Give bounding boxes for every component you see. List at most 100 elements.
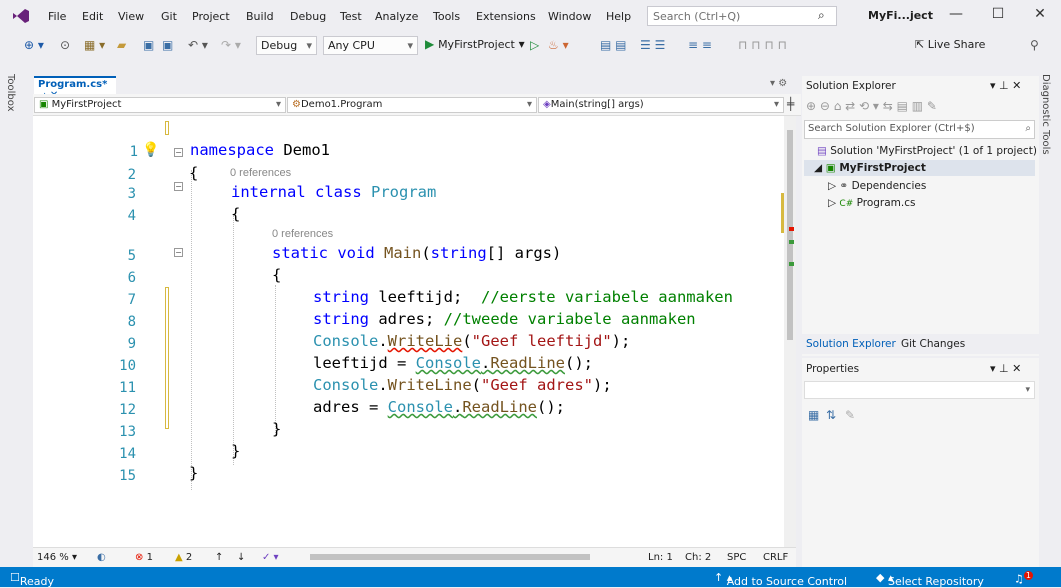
diagnostic-tools-tab[interactable]: Diagnostic Tools <box>1040 74 1051 155</box>
previous-issue-icon[interactable]: ↑ <box>215 552 223 563</box>
indent-guide <box>233 215 234 465</box>
menu-analyze[interactable]: Analyze <box>375 10 418 23</box>
tree-project[interactable]: ◢ ▣ MyFirstProject <box>814 162 926 174</box>
platform-dropdown[interactable]: Any CPU ▾ <box>323 36 418 55</box>
variable: adres; <box>369 310 444 328</box>
warning-expression: Console.ReadLine <box>416 354 565 372</box>
forward-icon[interactable]: ⊙ <box>60 38 70 52</box>
dependencies-icon: ⚭ <box>839 180 849 192</box>
codelens-references[interactable]: 0 references <box>230 167 291 179</box>
project-nav-dropdown[interactable]: ▣ MyFirstProject ▾ <box>34 97 286 113</box>
select-repository-button[interactable]: ◆ Select Repository ▴ <box>876 571 984 588</box>
back-icon[interactable]: ⊕ ▾ <box>24 38 44 52</box>
tab-overflow-icon[interactable]: ▾ ⚙ <box>770 78 787 89</box>
brace: { <box>231 205 241 223</box>
toolbox-tab[interactable]: Toolbox <box>5 74 16 112</box>
start-debugging-button[interactable]: ▶ MyFirstProject ▾ <box>425 37 525 51</box>
column-indicator[interactable]: Ch: 2 <box>685 552 711 563</box>
project-label: MyFirstProject <box>839 162 926 174</box>
open-folder-icon[interactable]: ▰ <box>117 38 126 52</box>
horizontal-scroll-thumb[interactable] <box>310 554 590 560</box>
search-input[interactable]: Search (Ctrl+Q) <box>647 6 837 26</box>
brace: { <box>272 266 282 284</box>
property-pages-icon[interactable]: ✎ <box>845 408 855 422</box>
tree-program-cs[interactable]: ▷ C# Program.cs <box>828 197 915 209</box>
menu-edit[interactable]: Edit <box>82 10 103 23</box>
notifications-icon[interactable]: ♫ 1 <box>1014 571 1033 586</box>
ready-status: ☐ Ready <box>10 571 55 588</box>
collapse-icon[interactable]: − <box>174 148 183 157</box>
class-nav-dropdown[interactable]: ⚙Demo1.Program ▾ <box>287 97 537 113</box>
feedback-icon[interactable]: ⚲ <box>1030 38 1039 52</box>
code-line: static void Main(string[] args) <box>272 244 561 262</box>
configuration-value: Debug <box>261 39 298 52</box>
collapse-icon[interactable]: − <box>174 248 183 257</box>
zoom-dropdown[interactable]: 146 % ▾ <box>37 552 77 563</box>
lightbulb-icon[interactable]: 💡 <box>142 142 159 158</box>
properties-object-dropdown[interactable]: ▾ <box>804 381 1035 399</box>
scrollbar-thumb[interactable] <box>787 130 793 340</box>
codelens-references[interactable]: 0 references <box>272 228 333 240</box>
bookmark-icons[interactable]: ⊓ ⊓ ⊓ ⊓ <box>738 38 787 52</box>
panel-options-icon[interactable]: ▾ ⊥ ✕ <box>990 79 1021 92</box>
health-icon[interactable]: ◐ <box>97 552 106 563</box>
punctuation: . <box>452 398 463 416</box>
menu-help[interactable]: Help <box>606 10 631 23</box>
horizontal-scrollbar[interactable] <box>300 553 610 561</box>
save-all-icon[interactable]: ▣ <box>162 38 173 52</box>
save-icon[interactable]: ▣ <box>143 38 154 52</box>
whitespace-indicator[interactable]: SPC <box>727 552 746 563</box>
undo-icon[interactable]: ↶ ▾ <box>188 38 208 52</box>
line-indicator[interactable]: Ln: 1 <box>648 552 673 563</box>
categorized-icon[interactable]: ▦ <box>808 408 819 422</box>
line-number: 5 <box>127 248 136 264</box>
solution-toolbar-icons[interactable]: ⊕ ⊖ ⌂ ⇄ ⟲ ▾ ⇆ ▤ ▥ ✎ <box>806 99 937 113</box>
menu-file[interactable]: File <box>48 10 66 23</box>
toolbar-icon-b[interactable]: ☰ ☰ <box>640 38 665 52</box>
split-editor-icon[interactable]: ╪ <box>787 97 794 111</box>
menu-build[interactable]: Build <box>246 10 274 23</box>
maximize-button[interactable]: ☐ <box>986 6 1010 22</box>
tab-program-cs[interactable]: Program.cs* ⇾ ✕ <box>34 76 116 101</box>
line-ending-indicator[interactable]: CRLF <box>763 552 788 563</box>
start-without-debugging-icon[interactable]: ▷ <box>530 38 539 52</box>
tree-solution[interactable]: ▤ Solution 'MyFirstProject' (1 of 1 proj… <box>817 145 1037 157</box>
live-share-button[interactable]: ⇱ Live Share <box>915 38 985 51</box>
code-cleanup-icon[interactable]: ✓ ▾ <box>262 552 279 563</box>
menu-project[interactable]: Project <box>192 10 230 23</box>
warning-count[interactable]: ▲ 2 <box>175 552 192 563</box>
solution-search-input[interactable]: Search Solution Explorer (Ctrl+$) ⌕ <box>804 120 1035 139</box>
tree-dependencies[interactable]: ▷ ⚭ Dependencies <box>828 180 926 192</box>
new-project-icon[interactable]: ▦ ▾ <box>84 38 105 52</box>
add-to-source-control-button[interactable]: ↑ Add to Source Control ▴ <box>714 571 847 588</box>
menu-test[interactable]: Test <box>340 10 362 23</box>
menu-window[interactable]: Window <box>548 10 591 23</box>
code-line: } <box>231 442 240 460</box>
comment-icon[interactable]: ≡ ≡ <box>688 38 712 52</box>
menu-view[interactable]: View <box>118 10 144 23</box>
member-nav-dropdown[interactable]: ◈Main(string[] args) ▾ <box>538 97 784 113</box>
error-count[interactable]: ⊗ 1 <box>135 552 153 563</box>
menu-git[interactable]: Git <box>161 10 177 23</box>
menu-extensions[interactable]: Extensions <box>476 10 536 23</box>
warning-count-value: 2 <box>185 552 193 563</box>
redo-icon[interactable]: ↷ ▾ <box>221 38 241 52</box>
keyword: static void <box>272 244 375 262</box>
next-issue-icon[interactable]: ↓ <box>237 552 245 563</box>
dependencies-label: Dependencies <box>851 180 927 192</box>
warning-icon: ▲ <box>175 552 183 563</box>
panel-options-icon[interactable]: ▾ ⊥ ✕ <box>990 362 1021 375</box>
minimize-button[interactable]: — <box>944 6 968 22</box>
menu-tools[interactable]: Tools <box>433 10 460 23</box>
indent-guide <box>191 170 192 490</box>
alphabetical-icon[interactable]: ⇅ <box>826 408 836 422</box>
close-button[interactable]: ✕ <box>1028 6 1052 22</box>
live-share-label: Live Share <box>927 38 986 51</box>
menu-debug[interactable]: Debug <box>290 10 326 23</box>
tab-git-changes[interactable]: Git Changes <box>901 338 965 350</box>
collapse-icon[interactable]: − <box>174 182 183 191</box>
hot-reload-icon[interactable]: ♨ ▾ <box>548 38 569 52</box>
configuration-dropdown[interactable]: Debug ▾ <box>256 36 317 55</box>
toolbar-icon-a[interactable]: ▤ ▤ <box>600 38 627 52</box>
tab-solution-explorer[interactable]: Solution Explorer <box>806 338 896 350</box>
